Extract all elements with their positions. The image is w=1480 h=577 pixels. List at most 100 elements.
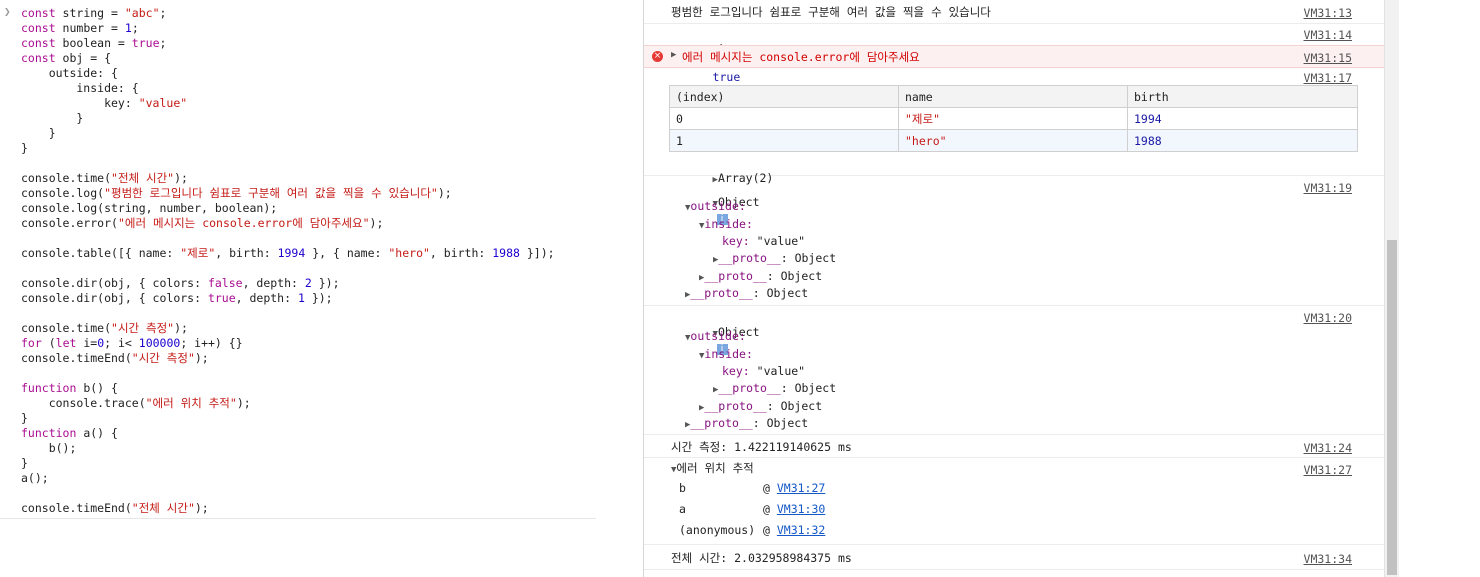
trace-location-link[interactable]: VM31:30	[777, 502, 825, 516]
source-link[interactable]: VM31:34	[1304, 552, 1352, 566]
code-line[interactable]: console.dir(obj, { colors: false, depth:…	[21, 276, 555, 291]
code-token: "시간 측정"	[111, 321, 175, 335]
code-token: console.trace(	[21, 396, 146, 410]
code-token: "전체 시간"	[111, 171, 175, 185]
code-token: "제로"	[180, 246, 216, 260]
trace-toggle[interactable]: ▼에러 위치 추적	[671, 460, 754, 476]
log-message: 평범한 로그입니다 쉼표로 구분해 여러 값을 찍을 수 있습니다	[671, 5, 991, 19]
code-line[interactable]: outside: {	[21, 66, 555, 81]
console-timer-row: 시간 측정: 1.422119140625 ms VM31:24	[644, 435, 1384, 458]
code-editor[interactable]: const string = "abc"; const number = 1; co…	[21, 6, 555, 516]
trace-frame: b @ VM31:27	[679, 481, 825, 495]
code-token: });	[304, 291, 333, 305]
code-line[interactable]: console.dir(obj, { colors: true, depth: …	[21, 291, 555, 306]
code-line[interactable]: inside: {	[21, 81, 555, 96]
code-line[interactable]: function b() {	[21, 381, 555, 396]
source-link[interactable]: VM31:14	[1304, 28, 1352, 42]
code-token: );	[174, 321, 188, 335]
error-icon: ×	[652, 51, 663, 62]
code-line[interactable]	[21, 486, 555, 501]
code-token: ;	[159, 6, 167, 20]
code-line[interactable]: console.table([{ name: "제로", birth: 1994…	[21, 246, 555, 261]
code-line[interactable]: console.log(string, number, boolean);	[21, 201, 555, 216]
code-line[interactable]: key: "value"	[21, 96, 555, 111]
code-token: key:	[21, 96, 139, 110]
table-header-cell[interactable]: (index)	[669, 85, 899, 108]
source-link[interactable]: VM31:13	[1304, 6, 1352, 20]
code-line[interactable]	[21, 156, 555, 171]
code-token: );	[437, 186, 452, 200]
source-link[interactable]: VM31:19	[1304, 181, 1352, 195]
code-token: true	[207, 291, 236, 305]
trace-location-link[interactable]: VM31:32	[777, 523, 825, 537]
code-line[interactable]: const obj = {	[21, 51, 555, 66]
code-token: 1988	[492, 246, 520, 260]
code-line[interactable]	[21, 231, 555, 246]
trace-at: @	[763, 502, 777, 516]
code-line[interactable]: console.trace("에러 위치 추적");	[21, 396, 555, 411]
code-token: }	[21, 111, 84, 125]
code-token: );	[194, 351, 209, 365]
code-line[interactable]: for (let i=0; i< 100000; i++) {}	[21, 336, 555, 351]
code-line[interactable]: console.error("에러 메시지는 console.error에 담아…	[21, 216, 555, 231]
code-token: function	[21, 426, 77, 440]
code-token: , birth:	[215, 246, 278, 260]
code-token: console.log(string, number, boolean);	[21, 201, 278, 215]
code-line[interactable]: console.log("평범한 로그입니다 쉼표로 구분해 여러 값을 찍을 …	[21, 186, 555, 201]
prop-inside: inside:	[704, 217, 753, 231]
code-line[interactable]	[21, 306, 555, 321]
code-token: "에러 메시지는 console.error에 담아주세요"	[117, 216, 370, 230]
code-line[interactable]: }	[21, 141, 555, 156]
console-error-row[interactable]: × ▶ 에러 메시지는 console.error에 담아주세요 VM31:15	[644, 45, 1384, 68]
code-token: b();	[21, 441, 77, 455]
console-dir-row: ▼Object i VM31:20 ▼outside: ▼inside: key…	[644, 306, 1384, 435]
source-link[interactable]: VM31:20	[1304, 311, 1352, 325]
code-token: console.error(	[21, 216, 118, 230]
code-line[interactable]: }	[21, 411, 555, 426]
code-token: ;	[159, 36, 167, 50]
expand-triangle-icon[interactable]: ▶	[671, 50, 676, 60]
trace-function: (anonymous)	[679, 523, 756, 537]
code-token: ; i++) {}	[180, 336, 243, 350]
prop-proto: __proto__	[704, 269, 767, 283]
code-line[interactable]: b();	[21, 441, 555, 456]
code-line[interactable]: }	[21, 126, 555, 141]
code-line[interactable]	[21, 261, 555, 276]
source-link[interactable]: VM31:27	[1304, 463, 1352, 477]
source-link[interactable]: VM31:24	[1304, 441, 1352, 455]
scrollbar-thumb[interactable]	[1387, 240, 1397, 575]
table-cell-name: "hero"	[898, 129, 1128, 152]
code-token: a() {	[76, 426, 118, 440]
code-token: console.table([{ name:	[21, 246, 181, 260]
code-token: outside: {	[21, 66, 118, 80]
code-line[interactable]: }	[21, 456, 555, 471]
code-line[interactable]: const boolean = true;	[21, 36, 555, 51]
source-link[interactable]: VM31:17	[1304, 71, 1352, 85]
code-line[interactable]	[21, 366, 555, 381]
console-table: (index) name birth 0 "제로" 1994 1 "hero" 1988	[669, 85, 1358, 152]
code-token: , birth:	[429, 246, 493, 260]
code-line[interactable]: console.timeEnd("시간 측정");	[21, 351, 555, 366]
timer-message: 전체 시간: 2.032958984375 ms	[671, 551, 852, 565]
code-line[interactable]: const number = 1;	[21, 21, 555, 36]
code-line[interactable]: console.time("시간 측정");	[21, 321, 555, 336]
code-line[interactable]: console.time("전체 시간");	[21, 171, 555, 186]
code-line[interactable]: function a() {	[21, 426, 555, 441]
code-line[interactable]: a();	[21, 471, 555, 486]
table-header-cell[interactable]: birth	[1127, 85, 1358, 108]
trace-location-link[interactable]: VM31:27	[777, 481, 825, 495]
trace-title: 에러 위치 추적	[676, 461, 754, 475]
timer-message: 시간 측정: 1.422119140625 ms	[671, 440, 852, 454]
console-scrollbar[interactable]	[1384, 0, 1399, 577]
table-cell-index: 1	[669, 129, 899, 152]
code-line[interactable]: }	[21, 111, 555, 126]
trace-frame: a @ VM31:30	[679, 502, 825, 516]
source-link[interactable]: VM31:15	[1304, 51, 1352, 65]
code-editor-panel[interactable]: ❯ const string = "abc"; const number = 1;…	[0, 0, 596, 519]
prop-key: key:	[722, 234, 750, 248]
code-line[interactable]: const string = "abc";	[21, 6, 555, 21]
table-header-cell[interactable]: name	[898, 85, 1128, 108]
code-token: for	[21, 336, 42, 350]
code-line[interactable]: console.timeEnd("전체 시간");	[21, 501, 555, 516]
prop-proto: __proto__	[704, 399, 767, 413]
